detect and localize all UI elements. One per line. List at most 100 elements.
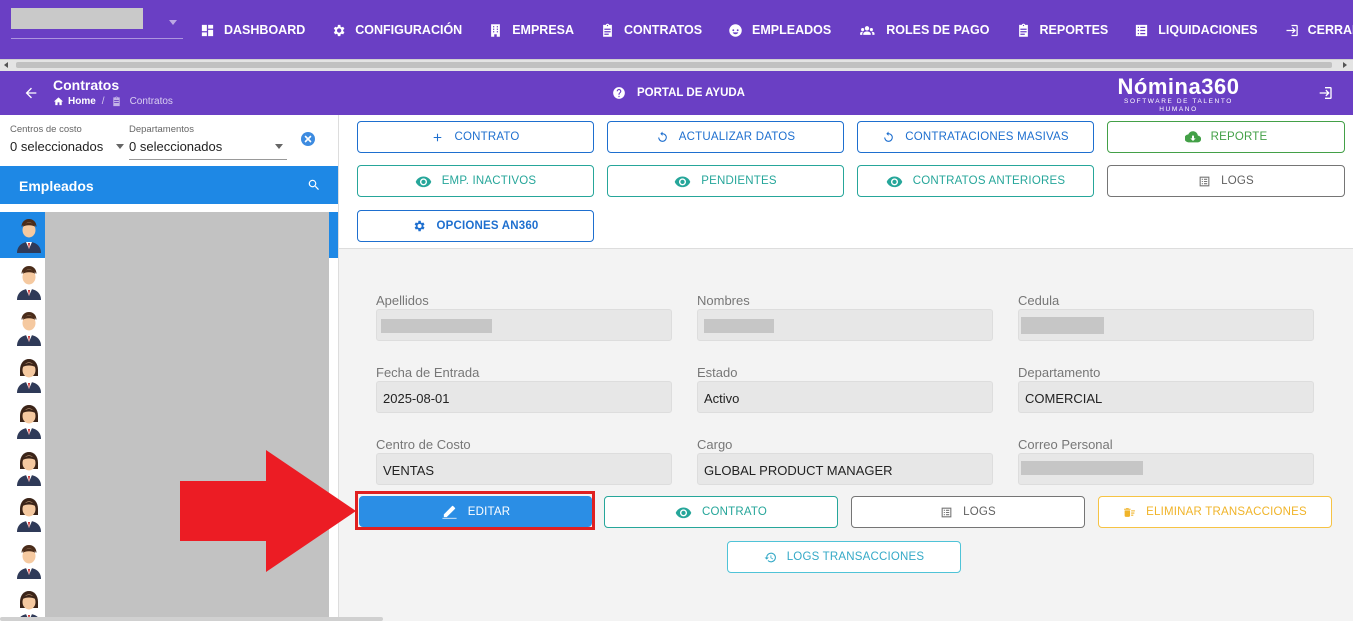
an360-options-button[interactable]: OPCIONES AN360 xyxy=(357,210,594,242)
nav-contratos[interactable]: CONTRATOS xyxy=(600,23,702,38)
logout-button[interactable] xyxy=(1317,85,1333,101)
pending-button[interactable]: PENDIENTES xyxy=(607,165,844,197)
estado-label: Estado xyxy=(697,365,738,380)
arrow-left-icon xyxy=(25,87,37,99)
delete-transactions-button[interactable]: ELIMINAR TRANSACCIONES xyxy=(1098,496,1332,528)
contract-logs-button[interactable]: LOGS xyxy=(851,496,1085,528)
clear-filters-button[interactable] xyxy=(301,132,315,146)
nav-empresa-label: EMPRESA xyxy=(512,23,575,37)
departamento-label: Departamento xyxy=(1018,365,1101,380)
nav-roles-de-pago[interactable]: ROLES DE PAGO xyxy=(857,23,990,38)
gear-icon xyxy=(334,24,345,36)
nav-empleados[interactable]: EMPLEADOS xyxy=(728,23,831,38)
nav-empresa[interactable]: EMPRESA xyxy=(488,23,574,38)
plus-icon xyxy=(434,133,442,141)
scroll-right-icon[interactable] xyxy=(1343,62,1347,68)
nav-liquidaciones[interactable]: LIQUIDACIONES xyxy=(1134,23,1258,38)
logs-button[interactable]: LOGS xyxy=(1107,165,1345,197)
edit-button-highlight xyxy=(355,491,595,530)
male-avatar-icon xyxy=(17,544,41,579)
company-select[interactable] xyxy=(11,8,183,39)
horizontal-scrollbar[interactable] xyxy=(0,59,1353,71)
nav-contratos-label: CONTRATOS xyxy=(624,23,703,37)
centro-costo-field: Centro de Costo VENTAS xyxy=(376,437,672,485)
logout-icon xyxy=(1286,24,1298,36)
inactive-employees-button[interactable]: EMP. INACTIVOS xyxy=(357,165,594,197)
nav-configuracion[interactable]: CONFIGURACIÓN xyxy=(331,23,462,38)
transaction-logs-label: LOGS TRANSACCIONES xyxy=(786,551,925,563)
scroll-left-icon[interactable] xyxy=(4,62,8,68)
bottom-scrollbar[interactable] xyxy=(0,617,383,621)
back-button[interactable] xyxy=(23,85,39,101)
correo-personal-input[interactable] xyxy=(1018,453,1314,485)
department-value: 0 seleccionados xyxy=(129,139,223,154)
female-avatar-icon xyxy=(17,405,41,439)
male-avatar-icon xyxy=(17,265,41,300)
nav-empleados-label: EMPLEADOS xyxy=(752,23,832,37)
report-label: REPORTE xyxy=(1210,131,1268,143)
nombres-field: Nombres xyxy=(697,293,993,341)
brand-tagline: SOFTWARE DE TALENTO HUMANO xyxy=(1124,98,1233,113)
mass-hiring-button[interactable]: CONTRATACIONES MASIVAS xyxy=(857,121,1094,153)
chevron-down-icon xyxy=(116,144,124,149)
male-avatar-icon xyxy=(17,312,41,346)
search-icon xyxy=(308,179,319,190)
department-filter[interactable]: Departamentos 0 seleccionados xyxy=(129,124,287,160)
contracts-toolbar: CONTRATO ACTUALIZAR DATOS CONTRATACIONES… xyxy=(339,115,1353,249)
previous-contracts-button[interactable]: CONTRATOS ANTERIORES xyxy=(857,165,1094,197)
breadcrumb-current: Contratos xyxy=(111,96,173,107)
cedula-input[interactable] xyxy=(1018,309,1314,341)
nav-dashboard[interactable]: DASHBOARD xyxy=(200,23,305,38)
transaction-logs-button[interactable]: LOGS TRANSACCIONES xyxy=(727,541,961,573)
departamento-input[interactable]: COMERCIAL xyxy=(1018,381,1314,413)
users-icon xyxy=(860,25,875,35)
annotation-arrow-icon xyxy=(180,450,356,572)
help-portal-link[interactable]: PORTAL DE AYUDA xyxy=(612,86,745,100)
page-header: Contratos Home / Contratos PORTAL DE AYU… xyxy=(0,71,1353,115)
male-avatar-icon xyxy=(17,219,41,253)
department-underline xyxy=(129,159,287,160)
apellidos-field: Apellidos xyxy=(376,293,672,341)
brand-logo: Nómina360 SOFTWARE DE TALENTO HUMANO xyxy=(1106,75,1251,114)
cargo-field: Cargo GLOBAL PRODUCT MANAGER xyxy=(697,437,993,485)
logs-label: LOGS xyxy=(1221,175,1254,187)
refresh-icon xyxy=(884,131,894,142)
fecha-entrada-input[interactable]: 2025-08-01 xyxy=(376,381,672,413)
page-title: Contratos xyxy=(53,77,120,93)
breadcrumb-home[interactable]: Home xyxy=(68,96,96,107)
new-contract-button[interactable]: CONTRATO xyxy=(357,121,594,153)
dashboard-icon xyxy=(201,24,214,36)
nav-reportes[interactable]: REPORTES xyxy=(1016,23,1108,38)
history-icon xyxy=(764,552,776,562)
cloud-download-icon xyxy=(1184,131,1201,143)
redacted-company-name xyxy=(11,8,143,29)
cost-center-value: 0 seleccionados xyxy=(10,139,104,154)
view-contract-label: CONTRATO xyxy=(701,506,768,518)
employees-title: Empleados xyxy=(19,178,94,194)
cargo-input[interactable]: GLOBAL PRODUCT MANAGER xyxy=(697,453,993,485)
delete-transactions-label: ELIMINAR TRANSACCIONES xyxy=(1146,506,1307,518)
report-button[interactable]: REPORTE xyxy=(1107,121,1345,153)
centro-costo-input[interactable]: VENTAS xyxy=(376,453,672,485)
eye-icon xyxy=(675,507,692,518)
breadcrumb-current-label: Contratos xyxy=(129,96,173,107)
update-data-button[interactable]: ACTUALIZAR DATOS xyxy=(607,121,844,153)
cost-center-filter[interactable]: Centros de costo 0 seleccionados xyxy=(10,124,124,154)
top-navbar: DASHBOARD CONFIGURACIÓN EMPRESA CONTRATO… xyxy=(0,0,1353,60)
chevron-down-icon xyxy=(169,20,177,25)
view-contract-button[interactable]: CONTRATO xyxy=(604,496,838,528)
fecha-entrada-label: Fecha de Entrada xyxy=(376,365,480,380)
nav-roles-label: ROLES DE PAGO xyxy=(886,23,990,37)
scrollbar-thumb[interactable] xyxy=(16,62,1332,68)
nav-cerrar-sesion[interactable]: CERRAR SESIÓN xyxy=(1284,23,1353,38)
estado-input[interactable]: Activo xyxy=(697,381,993,413)
clipboard-icon xyxy=(1018,23,1028,37)
nombres-input[interactable] xyxy=(697,309,993,341)
nombres-label: Nombres xyxy=(697,293,750,308)
apellidos-input[interactable] xyxy=(376,309,672,341)
refresh-icon xyxy=(657,131,667,142)
list-icon xyxy=(1136,24,1148,36)
employee-search-button[interactable] xyxy=(307,178,321,192)
employees-header: Empleados xyxy=(0,166,338,204)
inactive-employees-label: EMP. INACTIVOS xyxy=(441,175,537,187)
